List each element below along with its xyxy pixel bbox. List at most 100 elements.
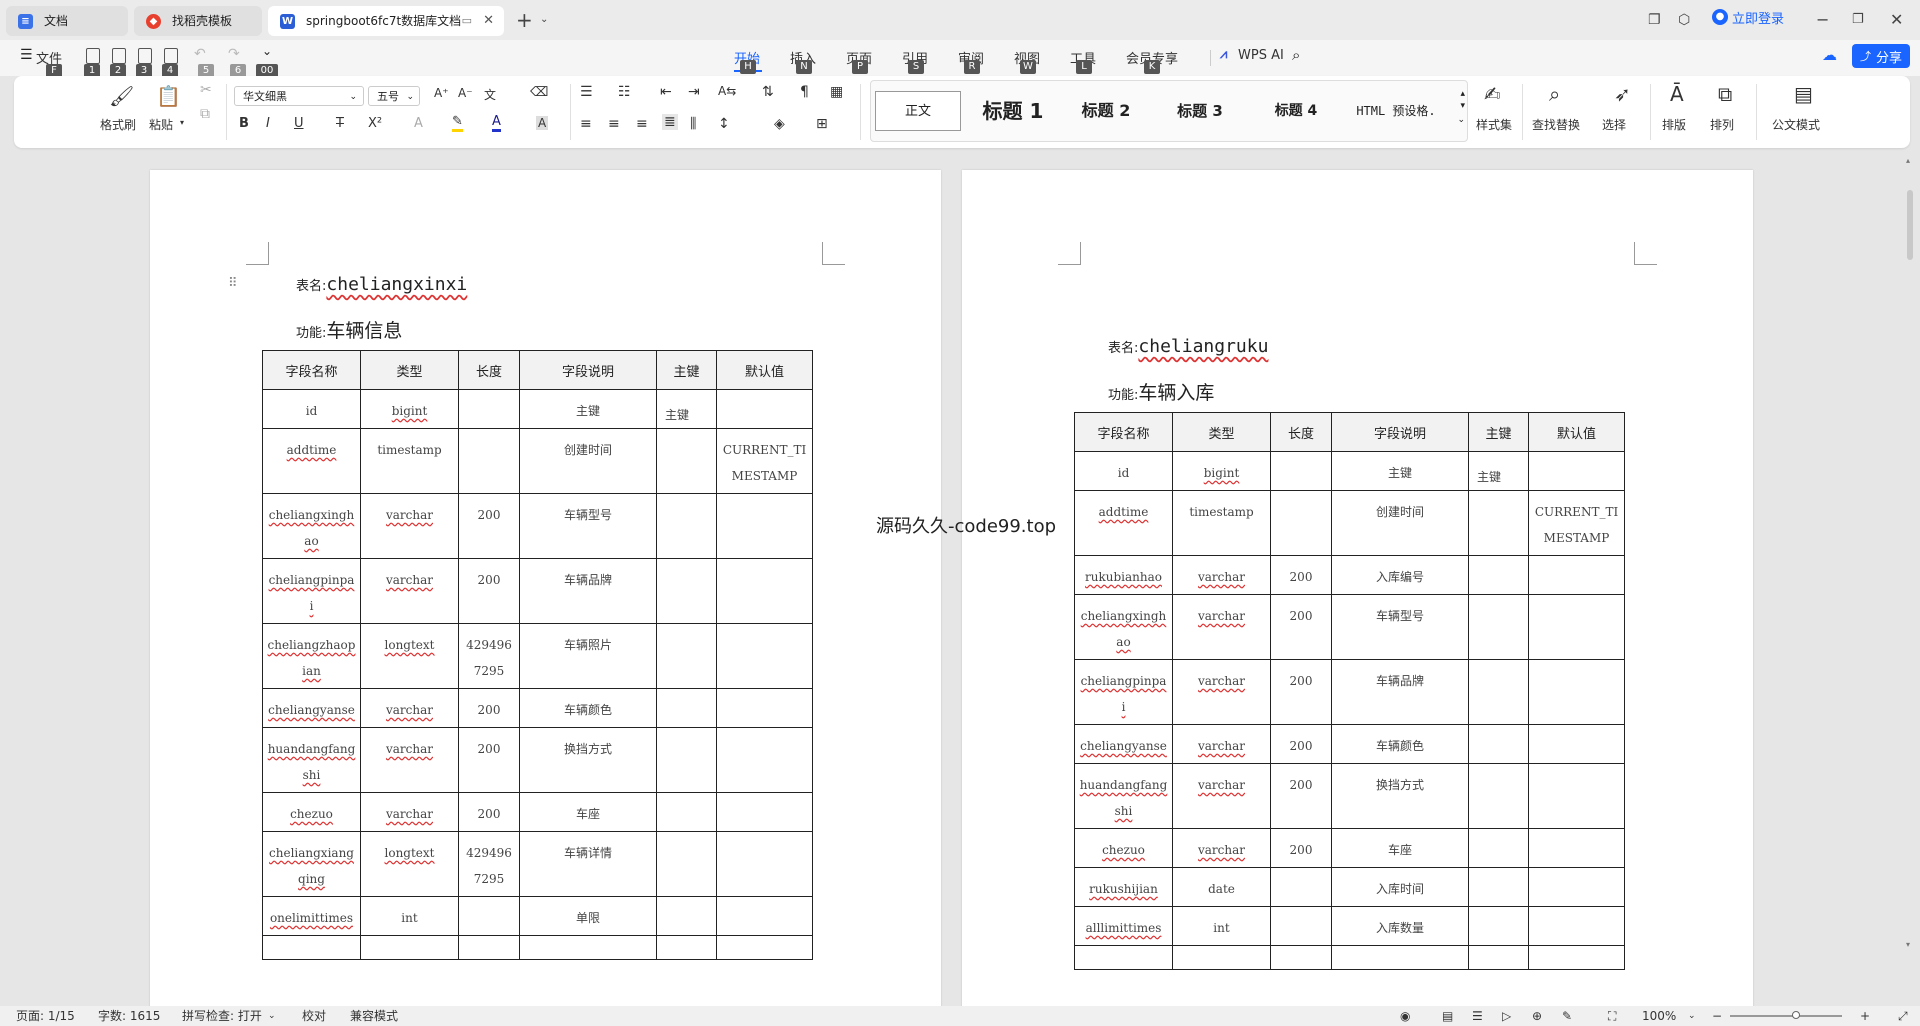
web-view-icon[interactable]: ⊕ xyxy=(1532,1006,1542,1026)
field-default-cell[interactable] xyxy=(716,831,813,897)
field-type-cell[interactable]: longtext xyxy=(360,623,459,689)
table-border-icon[interactable]: ▦ xyxy=(830,84,843,100)
cube-icon[interactable]: ⬡ xyxy=(1678,10,1690,30)
field-length-cell[interactable]: 200 xyxy=(1270,594,1332,660)
official-mode-button[interactable]: 公文模式 xyxy=(1772,116,1820,133)
field-name-cell[interactable]: huandangfangshi xyxy=(1074,763,1173,829)
field-name-cell[interactable]: rukushijian xyxy=(1074,867,1173,907)
copy-icon[interactable]: ⧉ xyxy=(200,106,210,122)
field-desc-cell[interactable]: 车辆颜色 xyxy=(1331,724,1469,764)
highlight-icon[interactable]: ✎ xyxy=(452,114,463,132)
field-pk-cell[interactable] xyxy=(656,831,717,897)
field-desc-cell[interactable]: 入库编号 xyxy=(1331,555,1469,595)
field-default-cell[interactable] xyxy=(1528,867,1625,907)
italic-icon[interactable]: I xyxy=(266,116,270,131)
zoom-slider[interactable] xyxy=(1730,1011,1842,1019)
undo-icon[interactable]: ↶ xyxy=(194,46,206,62)
font-color-icon[interactable]: A xyxy=(492,114,501,132)
clear-format-icon[interactable]: ⌫ xyxy=(530,85,548,100)
decrease-indent-icon[interactable]: ⇤ xyxy=(660,84,672,100)
field-default-cell[interactable] xyxy=(1528,906,1625,946)
paste-icon[interactable]: 📋 xyxy=(156,84,181,108)
login-button[interactable]: 立即登录 xyxy=(1732,10,1784,30)
field-type-cell[interactable]: longtext xyxy=(360,831,459,897)
zoom-in-icon[interactable]: + xyxy=(1860,1006,1870,1026)
customize-chevron-icon[interactable]: ⌄ xyxy=(262,44,272,58)
page-indicator[interactable]: 页面: 1/15 xyxy=(16,1006,75,1026)
new-doc-icon[interactable] xyxy=(86,48,100,64)
drag-handle-icon[interactable]: ⠿ xyxy=(228,276,238,291)
hamburger-icon[interactable]: ☰ xyxy=(20,47,33,63)
field-type-cell[interactable]: varchar xyxy=(1172,763,1271,829)
field-default-cell[interactable] xyxy=(716,896,813,936)
field-default-cell[interactable] xyxy=(716,623,813,689)
save-icon[interactable] xyxy=(138,48,152,64)
field-default-cell[interactable]: CURRENT_TIMESTAMP xyxy=(716,428,813,494)
sort-icon[interactable]: ⇅ xyxy=(762,84,774,100)
field-length-cell[interactable]: 200 xyxy=(458,792,520,832)
field-desc-cell[interactable]: 单限 xyxy=(519,896,657,936)
spell-check-chevron-icon[interactable]: ⌄ xyxy=(268,1006,276,1026)
field-pk-cell[interactable] xyxy=(656,493,717,559)
field-pk-cell[interactable] xyxy=(656,935,717,960)
style-html-preformatted[interactable]: HTML 预设格. xyxy=(1343,91,1449,131)
superscript-icon[interactable]: X² xyxy=(368,116,382,131)
text-direction-icon[interactable]: A⇆ xyxy=(718,84,736,98)
tab-document[interactable]: W springboot6fc7t数据库文档 ▭ ✕ xyxy=(268,6,504,36)
strikethrough-icon[interactable]: T xyxy=(336,116,344,131)
borders-icon[interactable]: ⊞ xyxy=(816,116,828,132)
field-name-cell[interactable]: chezuo xyxy=(262,792,361,832)
word-count[interactable]: 字数: 1615 xyxy=(98,1006,160,1026)
format-painter-icon[interactable]: 🖌 xyxy=(109,84,134,108)
arrange-button[interactable]: 排列 xyxy=(1710,116,1734,133)
increase-indent-icon[interactable]: ⇥ xyxy=(688,84,700,100)
field-pk-cell[interactable] xyxy=(1468,724,1529,764)
select-button[interactable]: 选择 xyxy=(1602,116,1626,133)
scroll-down-icon[interactable]: ▾ xyxy=(1906,940,1910,949)
user-avatar-icon[interactable]: ● xyxy=(1712,9,1728,25)
field-length-cell[interactable] xyxy=(458,389,520,429)
field-desc-cell[interactable]: 车辆详情 xyxy=(519,831,657,897)
style-gallery-down-icon[interactable]: ▾ xyxy=(1460,101,1465,111)
field-length-cell[interactable] xyxy=(458,896,520,936)
field-pk-cell[interactable] xyxy=(1468,490,1529,556)
field-name-cell[interactable]: huandangfangshi xyxy=(262,727,361,793)
style-set-icon[interactable]: ✍ xyxy=(1484,82,1501,106)
field-type-cell[interactable]: varchar xyxy=(1172,594,1271,660)
field-desc-cell[interactable] xyxy=(519,935,657,960)
field-name-cell[interactable] xyxy=(1074,945,1173,970)
grow-font-icon[interactable]: A⁺ xyxy=(434,86,449,100)
field-pk-cell[interactable] xyxy=(1468,906,1529,946)
search-icon[interactable]: ⌕ xyxy=(1292,46,1300,64)
bold-icon[interactable]: B xyxy=(239,116,249,131)
field-type-cell[interactable]: timestamp xyxy=(360,428,459,494)
field-type-cell[interactable]: varchar xyxy=(360,727,459,793)
field-desc-cell[interactable]: 车座 xyxy=(519,792,657,832)
zoom-slider-thumb[interactable] xyxy=(1791,1011,1800,1019)
field-pk-cell[interactable] xyxy=(656,896,717,936)
eye-protect-icon[interactable]: ◉ xyxy=(1400,1006,1410,1026)
field-name-cell[interactable]: cheliangpinpai xyxy=(1074,659,1173,725)
field-pk-cell[interactable]: 主键 xyxy=(1468,451,1529,491)
zoom-out-icon[interactable]: − xyxy=(1712,1006,1722,1026)
field-name-cell[interactable]: cheliangxiangqing xyxy=(262,831,361,897)
field-type-cell[interactable]: bigint xyxy=(1172,451,1271,491)
field-desc-cell[interactable]: 车辆品牌 xyxy=(1331,659,1469,725)
field-name-cell[interactable]: cheliangyanse xyxy=(1074,724,1173,764)
char-shading-icon[interactable]: A xyxy=(536,116,549,130)
field-default-cell[interactable] xyxy=(716,792,813,832)
field-desc-cell[interactable]: 主键 xyxy=(1331,451,1469,491)
field-default-cell[interactable] xyxy=(716,558,813,624)
field-name-cell[interactable]: onelimittimes xyxy=(262,896,361,936)
field-pk-cell[interactable] xyxy=(656,792,717,832)
field-length-cell[interactable] xyxy=(1270,451,1332,491)
field-type-cell[interactable] xyxy=(1172,945,1271,970)
underline-icon[interactable]: U xyxy=(294,116,304,131)
field-name-cell[interactable]: addtime xyxy=(262,428,361,494)
minimize-icon[interactable]: − xyxy=(1816,10,1829,30)
field-default-cell[interactable] xyxy=(716,688,813,728)
field-type-cell[interactable]: varchar xyxy=(1172,555,1271,595)
field-default-cell[interactable] xyxy=(1528,828,1625,868)
field-desc-cell[interactable]: 创建时间 xyxy=(519,428,657,494)
font-size-select[interactable]: 五号 ⌄ xyxy=(368,86,420,106)
